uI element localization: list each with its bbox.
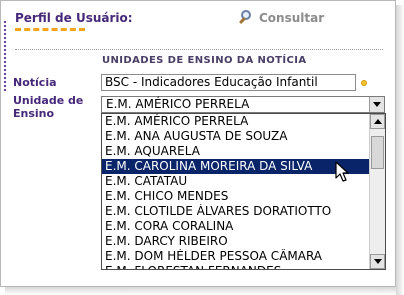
unidade-label-line1: Unidade de <box>13 94 84 107</box>
dropdown-option[interactable]: E.M. CLOTILDE ÁLVARES DORATIOTTO <box>102 204 370 219</box>
dropdown-option[interactable]: E.M. ANA AUGUSTA DE SOUZA <box>102 129 370 144</box>
mouse-cursor-icon <box>335 161 349 182</box>
section-title: UNIDADES DE ENSINO DA NOTÍCIA <box>102 55 307 66</box>
consultar-button[interactable]: Consultar <box>236 9 324 27</box>
dropdown-option[interactable]: E.M. AMÉRICO PERRELA <box>102 114 370 129</box>
magnifier-icon <box>236 9 256 27</box>
dropdown-option[interactable]: E.M. CAROLINA MOREIRA DA SILVA <box>102 159 370 174</box>
unidade-select[interactable]: E.M. AMÉRICO PERRELA <box>101 96 385 113</box>
consultar-label: Consultar <box>259 11 325 25</box>
dropdown-option[interactable]: E.M. CHICO MENDES <box>102 189 370 204</box>
required-dot-icon <box>361 80 367 86</box>
section-divider <box>15 49 383 50</box>
dropdown-option[interactable]: E.M. DOM HÉLDER PESSOA CÂMARA <box>102 249 370 264</box>
noticia-label: Notícia <box>13 76 57 89</box>
dropdown-option[interactable]: E.M. AQUARELA <box>102 144 370 159</box>
window-shadow-right <box>396 5 404 295</box>
unidade-dropdown-list[interactable]: E.M. AMÉRICO PERRELA E.M. ANA AUGUSTA DE … <box>101 113 386 270</box>
window-frame: Perfil de Usuário: Consultar UNIDADES DE… <box>0 0 396 287</box>
dropdown-options: E.M. AMÉRICO PERRELA E.M. ANA AUGUSTA DE … <box>102 114 370 269</box>
dropdown-option[interactable]: E.M. CATATAU <box>102 174 370 189</box>
scroll-down-icon[interactable] <box>370 254 385 269</box>
chevron-down-icon[interactable] <box>369 97 384 112</box>
window-shadow-bottom <box>5 287 396 295</box>
left-accent-stripe <box>4 21 8 91</box>
unidade-label-line2: Ensino <box>13 107 55 120</box>
dropdown-option[interactable]: E.M. FLORESTAN FERNANDES <box>102 264 370 269</box>
scroll-up-icon[interactable] <box>370 114 385 129</box>
page-title: Perfil de Usuário: <box>15 11 133 25</box>
unidade-select-value: E.M. AMÉRICO PERRELA <box>106 97 250 111</box>
title-underline <box>15 28 85 31</box>
noticia-field[interactable]: BSC - Indicadores Educação Infantil <box>101 74 356 91</box>
dropdown-option[interactable]: E.M. DARCY RIBEIRO <box>102 234 370 249</box>
dropdown-scrollbar[interactable] <box>369 114 385 269</box>
dropdown-option[interactable]: E.M. CORA CORALINA <box>102 219 370 234</box>
scrollbar-thumb[interactable] <box>371 136 384 169</box>
